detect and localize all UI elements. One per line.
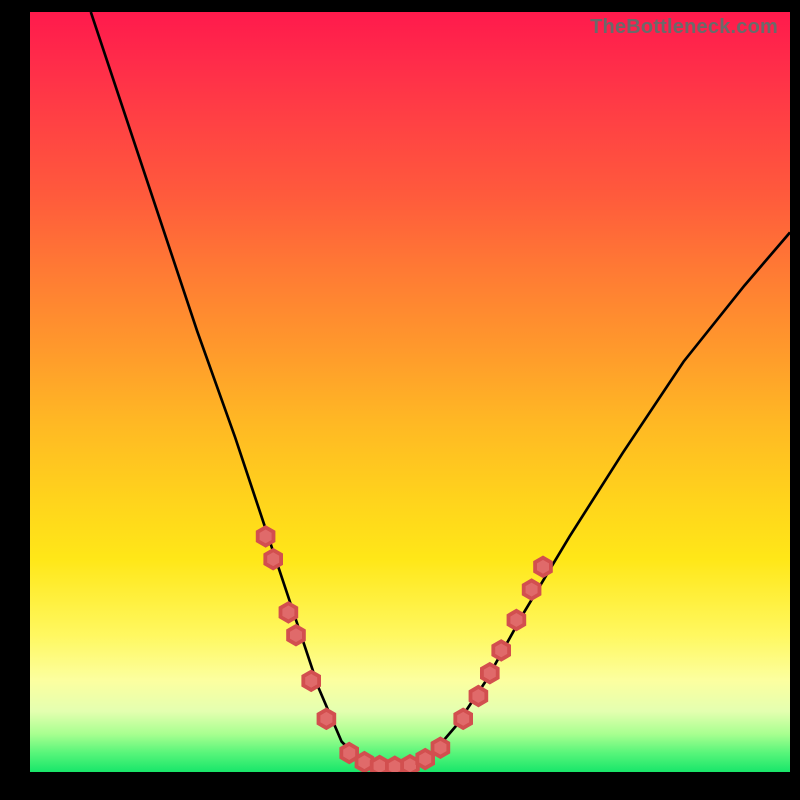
- bottleneck-curve: [91, 12, 790, 768]
- data-marker: [482, 664, 498, 682]
- data-marker: [303, 672, 319, 690]
- data-marker: [318, 710, 334, 728]
- data-marker: [508, 611, 524, 629]
- data-marker: [455, 710, 471, 728]
- plot-area: TheBottleneck.com: [30, 12, 790, 772]
- chart-svg: [30, 12, 790, 772]
- data-marker: [432, 739, 448, 757]
- data-marker: [288, 626, 304, 644]
- data-marker: [535, 558, 551, 576]
- chart-frame: TheBottleneck.com: [0, 0, 800, 800]
- data-marker: [493, 641, 509, 659]
- watermark-text: TheBottleneck.com: [590, 16, 778, 39]
- data-marker: [470, 687, 486, 705]
- data-marker: [258, 527, 274, 545]
- data-marker: [524, 580, 540, 598]
- data-marker: [280, 603, 296, 621]
- data-marker: [265, 550, 281, 568]
- marker-layer: [258, 527, 551, 772]
